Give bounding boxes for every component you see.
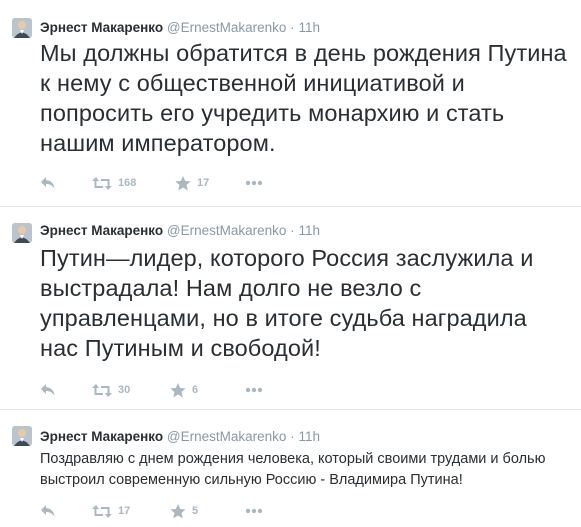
avatar[interactable] (12, 223, 32, 243)
retweet-button[interactable]: 30 (92, 382, 130, 398)
more-button[interactable] (245, 503, 263, 519)
separator-dot: · (290, 20, 295, 35)
reply-icon (41, 384, 55, 396)
timestamp[interactable]: 11h (298, 429, 320, 444)
favorite-button[interactable]: 5 (170, 503, 198, 519)
reply-button[interactable] (40, 503, 56, 519)
reply-button[interactable] (40, 175, 56, 191)
tweet[interactable]: Эрнест Макаренко @ErnestMakarenko · 11h … (0, 0, 581, 205)
favorite-icon (175, 175, 191, 190)
favorite-icon (170, 503, 186, 518)
author-handle[interactable]: @ErnestMakarenko (167, 20, 287, 35)
retweet-icon (92, 383, 112, 397)
retweet-icon (92, 504, 112, 518)
author-handle[interactable]: @ErnestMakarenko (167, 223, 287, 238)
favorite-icon (170, 382, 186, 397)
reply-icon (41, 505, 55, 517)
reply-button[interactable] (40, 382, 56, 398)
tweet[interactable]: Эрнест Макаренко @ErnestMakarenko · 11h … (0, 410, 581, 527)
tweet[interactable]: Эрнест Макаренко @ErnestMakarenko · 11h … (0, 207, 581, 408)
more-button[interactable] (245, 382, 263, 398)
tweet-text: Путин—лидер, которого Россия заслужила и… (40, 245, 534, 361)
favorite-count: 6 (192, 384, 199, 396)
separator-dot: · (290, 223, 295, 238)
reply-icon (41, 177, 55, 189)
tweet-text: Мы должны обратится в день рождения Пути… (40, 40, 567, 156)
timestamp[interactable]: 11h (298, 223, 320, 238)
retweet-button[interactable]: 168 (92, 175, 136, 191)
retweet-button[interactable]: 17 (92, 503, 130, 519)
retweet-count: 168 (118, 177, 137, 189)
favorite-count: 17 (197, 177, 210, 189)
favorite-button[interactable]: 17 (175, 175, 209, 191)
more-icon (245, 508, 263, 514)
retweet-icon (92, 176, 112, 190)
author-name[interactable]: Эрнест Макаренко (40, 223, 163, 238)
author-name[interactable]: Эрнест Макаренко (40, 429, 163, 444)
author-name[interactable]: Эрнест Макаренко (40, 20, 163, 35)
more-icon (245, 387, 263, 393)
timestamp[interactable]: 11h (298, 20, 320, 35)
author-handle[interactable]: @ErnestMakarenko (167, 429, 287, 444)
more-icon (245, 180, 263, 186)
retweet-count: 30 (118, 384, 131, 396)
avatar[interactable] (12, 18, 32, 38)
separator-dot: · (290, 429, 295, 444)
favorite-count: 5 (192, 505, 199, 517)
tweet-text: Поздравляю с днем рождения человека, кот… (40, 451, 546, 488)
avatar[interactable] (12, 426, 32, 446)
more-button[interactable] (245, 175, 263, 191)
favorite-button[interactable]: 6 (170, 382, 198, 398)
retweet-count: 17 (118, 505, 131, 517)
